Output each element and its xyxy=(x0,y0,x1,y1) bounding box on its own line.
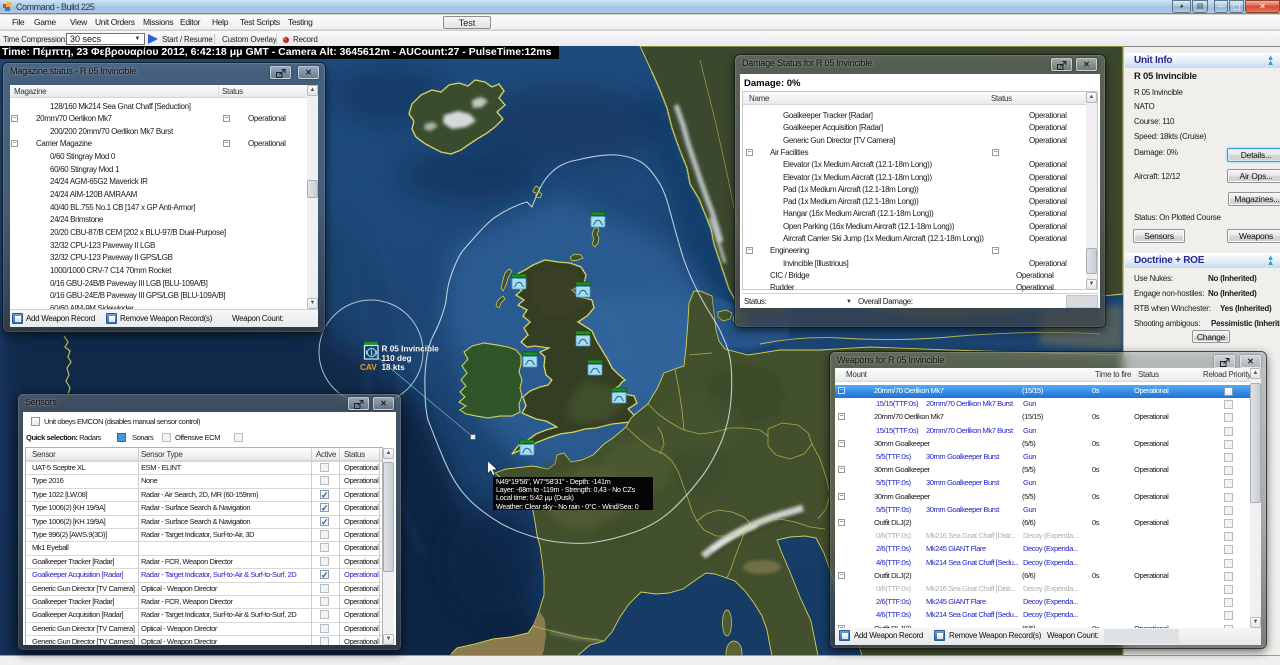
svg-text:R 05 Invincible: R 05 Invincible xyxy=(382,345,440,354)
svg-text:110 deg: 110 deg xyxy=(382,354,412,363)
svg-text:18 kts: 18 kts xyxy=(382,363,406,372)
svg-text:CAV: CAV xyxy=(360,363,377,372)
